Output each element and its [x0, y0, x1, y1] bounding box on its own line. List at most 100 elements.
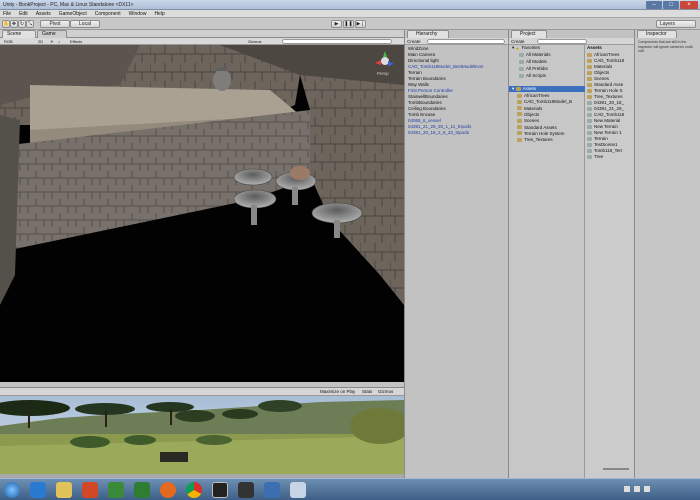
pause-icon: ❚❚	[344, 21, 353, 27]
menu-window[interactable]: Window	[126, 10, 152, 18]
hierarchy-create-dropdown[interactable]: Create	[407, 39, 421, 44]
powerpoint-icon[interactable]	[82, 482, 98, 498]
hand-tool-button[interactable]: ✋	[2, 20, 10, 28]
folder-tree-label: Materials	[524, 105, 543, 111]
lighting-toggle-icon[interactable]: ☀	[50, 38, 54, 45]
folder-tree-item[interactable]: Scenes	[517, 118, 539, 124]
windows-taskbar	[0, 478, 700, 500]
layers-dropdown[interactable]: Layers	[656, 20, 696, 28]
unity-player-icon[interactable]	[238, 482, 254, 498]
step-button[interactable]: ▶❘	[355, 20, 366, 28]
project-create-dropdown[interactable]: Create	[511, 39, 525, 44]
shading-mode-dropdown[interactable]: RGB	[4, 38, 13, 45]
hierarchy-panel: Hierarchy Create WindZone Main Camera Dire…	[404, 30, 508, 478]
minimize-button[interactable]: –	[646, 1, 662, 9]
scene-search-input[interactable]	[282, 39, 392, 44]
stats-toggle[interactable]: Stats	[362, 389, 372, 394]
favorite-item[interactable]: All Scripts	[519, 73, 546, 79]
asset-item-label: TestScene1	[594, 142, 618, 147]
ie-icon[interactable]	[30, 482, 46, 498]
move-tool-button[interactable]: ✥	[10, 20, 18, 28]
tab-inspector[interactable]: Inspector	[637, 30, 677, 38]
volume-icon[interactable]	[634, 486, 640, 492]
blender-icon[interactable]	[264, 482, 280, 498]
firefox-icon[interactable]	[160, 482, 176, 498]
inspector-panel: Inspector Components that are still in t…	[634, 30, 700, 478]
start-orb-icon[interactable]	[4, 482, 20, 498]
menu-edit[interactable]: Edit	[16, 10, 33, 18]
maximize-button[interactable]: □	[663, 1, 679, 9]
flag-icon[interactable]	[644, 486, 650, 492]
rotate-tool-button[interactable]: ↻	[18, 20, 26, 28]
axis-gizmo-icon	[375, 51, 394, 66]
savanna-game-render	[0, 396, 404, 474]
hierarchy-item[interactable]: 04391_20_18_2_6_22_tripods	[408, 130, 469, 136]
tab-hierarchy[interactable]: Hierarchy	[407, 30, 449, 38]
asset-item-label: New Terrain	[594, 124, 618, 129]
asset-item-label: New Terrain 1	[594, 130, 622, 135]
chrome-icon[interactable]	[186, 482, 202, 498]
folder-tree-item[interactable]: AfricanTrees	[517, 93, 549, 99]
asset-item-label: AfricanTrees	[594, 52, 620, 57]
folder-tree-item[interactable]: CAD_Tomb118Model_B	[517, 99, 572, 105]
favorite-item[interactable]: All Prefabs	[519, 66, 548, 72]
favorite-item[interactable]: All Models	[519, 59, 547, 65]
maximize-on-play-toggle[interactable]: Maximize on Play	[320, 389, 355, 394]
folder-icon	[517, 106, 522, 111]
asset-icon	[587, 112, 592, 117]
folder-tree-item[interactable]: Materials	[517, 106, 542, 112]
play-icon: ▶	[334, 21, 339, 27]
close-button[interactable]: ×	[680, 1, 698, 9]
game-gizmos-dropdown[interactable]: Gizmos	[378, 389, 393, 394]
menu-gameobject[interactable]: GameObject	[56, 10, 92, 18]
search-icon	[519, 66, 524, 71]
network-icon[interactable]	[624, 486, 630, 492]
scale-tool-button[interactable]: ⤡	[26, 20, 34, 28]
assets-root[interactable]: ▾ Assets	[509, 86, 585, 92]
folder-tree-item[interactable]: Standard Assets	[517, 125, 557, 131]
main-toolbar: ✋ ✥ ↻ ⤡ Pivot Local ▶ ❚❚ ▶❘ Layers	[0, 18, 700, 30]
favorites-header[interactable]: ▾ ★ Favorites	[512, 45, 540, 51]
pause-button[interactable]: ❚❚	[343, 20, 354, 28]
asset-icon	[587, 100, 592, 105]
menu-assets[interactable]: Assets	[33, 10, 56, 18]
dreamweaver-icon[interactable]	[108, 482, 124, 498]
asset-item[interactable]: Tree	[587, 154, 635, 160]
asset-icon	[587, 154, 592, 159]
scene-viewport[interactable]: Persp	[0, 45, 404, 382]
folder-icon	[587, 58, 592, 63]
folder-tree-label: Terrain Hole System	[524, 130, 565, 136]
menu-file[interactable]: File	[0, 10, 16, 18]
effects-dropdown[interactable]: Effects	[70, 38, 82, 45]
project-panel: Project Create ▾ ★ Favorites All Material…	[508, 30, 635, 478]
menu-help[interactable]: Help	[151, 10, 169, 18]
scene-orientation-gizmo[interactable]: Persp	[374, 50, 396, 76]
project-search-input[interactable]	[537, 39, 587, 44]
favorite-item[interactable]: All Materials	[519, 52, 551, 58]
tab-scene[interactable]: Scene	[2, 30, 36, 38]
tab-game[interactable]: Game	[37, 30, 67, 38]
photos-icon[interactable]	[290, 482, 306, 498]
unity-icon[interactable]	[212, 482, 228, 498]
play-button[interactable]: ▶	[331, 20, 342, 28]
folder-tree-item[interactable]: Objects	[517, 112, 539, 118]
game-viewport[interactable]	[0, 396, 404, 474]
local-toggle-button[interactable]: Local	[70, 20, 100, 28]
folder-tree-item[interactable]: Tree_Textures	[517, 137, 553, 143]
audio-toggle-icon[interactable]: ♪	[58, 38, 60, 45]
pivot-toggle-button[interactable]: Pivot	[40, 20, 70, 28]
menu-bar: File Edit Assets GameObject Component Window H…	[0, 10, 700, 18]
hierarchy-search-input[interactable]	[427, 39, 505, 44]
folder-icon	[587, 94, 592, 99]
folder-tree-item[interactable]: Terrain Hole System	[517, 131, 565, 137]
folder-icon	[587, 70, 592, 75]
menu-component[interactable]: Component	[92, 10, 126, 18]
tab-project[interactable]: Project	[511, 30, 547, 38]
asset-item-label: CAD_Tomb118	[594, 58, 625, 63]
excel-icon[interactable]	[134, 482, 150, 498]
2d-toggle[interactable]: 2D	[38, 38, 43, 45]
favorites-label: Favorites	[521, 45, 541, 50]
icon-size-slider[interactable]	[603, 468, 629, 470]
explorer-icon[interactable]	[56, 482, 72, 498]
gizmos-dropdown[interactable]: Gizmos	[248, 38, 262, 45]
